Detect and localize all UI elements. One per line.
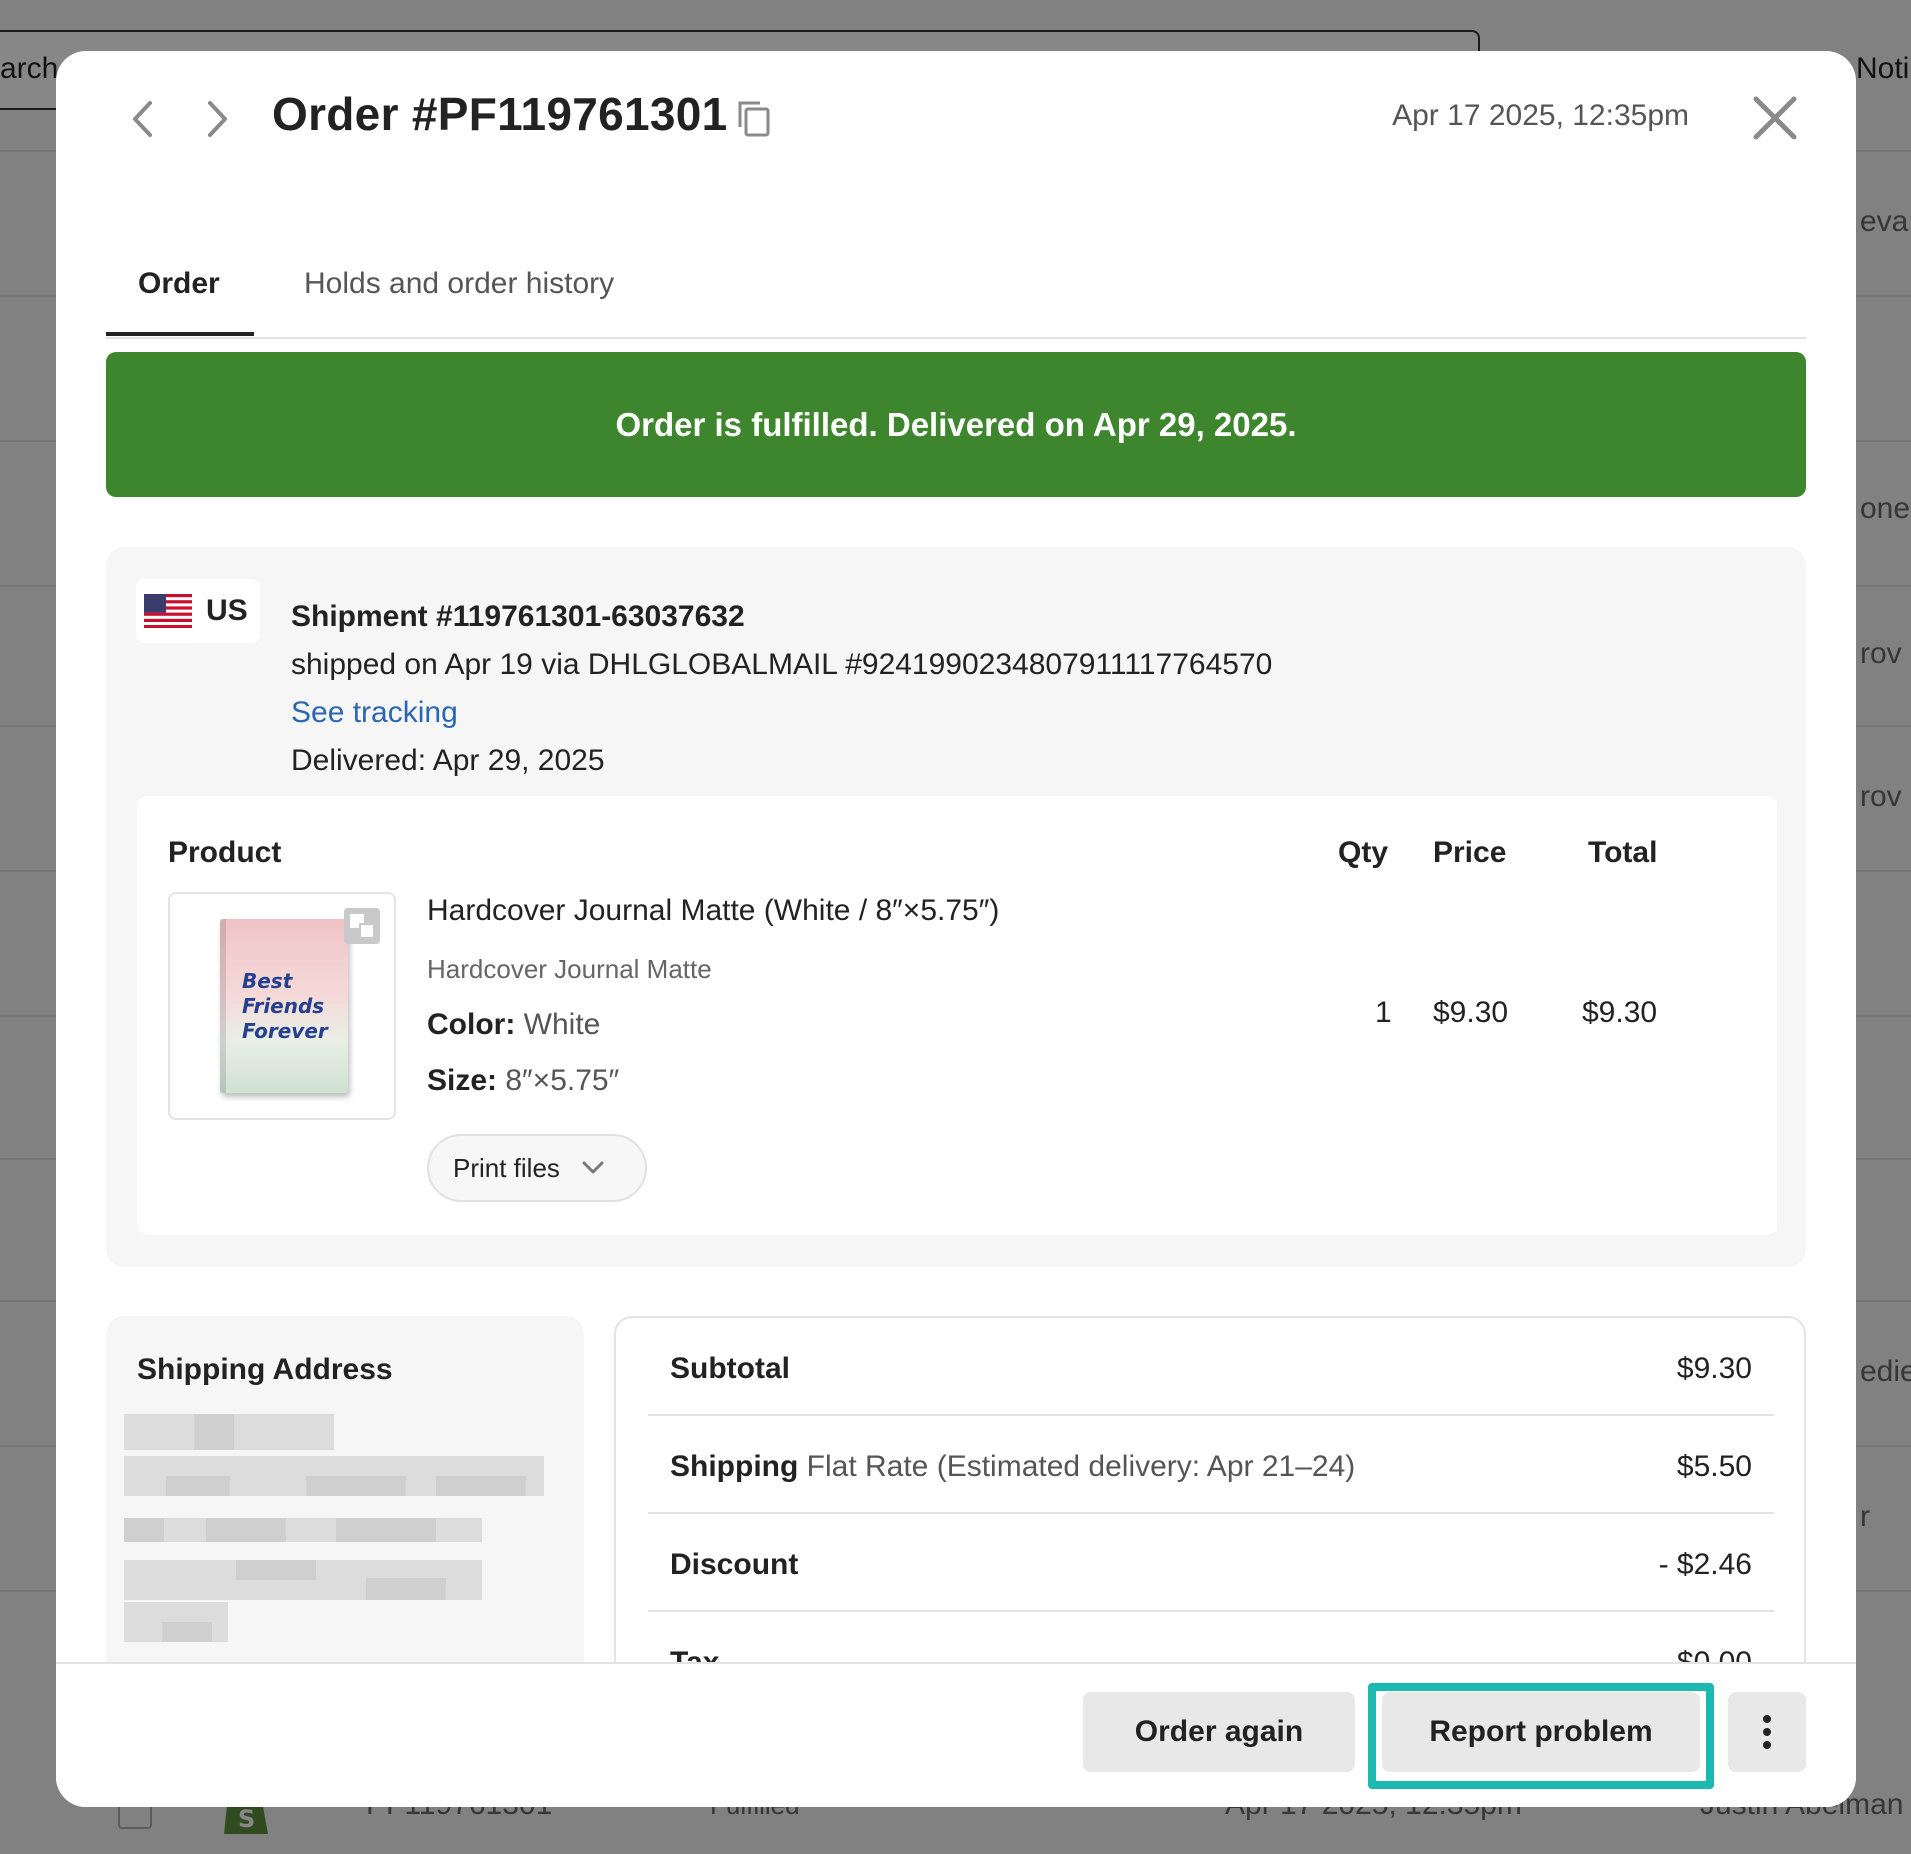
header-product: Product: [168, 836, 282, 869]
shipping-label: Shipping: [670, 1450, 799, 1483]
fulfillment-status-banner: Order is fulfilled. Delivered on Apr 29,…: [106, 352, 1806, 497]
redacted-address-block: [162, 1622, 212, 1642]
redacted-address-block: [124, 1518, 164, 1542]
shipment-card: US Shipment #119761301-63037632 shipped …: [106, 547, 1806, 1267]
shipping-address-title: Shipping Address: [137, 1353, 393, 1386]
modal-footer: Order again Report problem: [56, 1662, 1856, 1807]
chevron-left-icon: [133, 101, 152, 137]
more-actions-button[interactable]: [1728, 1692, 1806, 1772]
product-thumbnail[interactable]: Best Friends Forever: [168, 892, 396, 1120]
active-tab-indicator: [106, 332, 254, 336]
country-badge: US: [136, 579, 260, 643]
product-total: $9.30: [1582, 996, 1658, 1029]
cover-line: Forever: [242, 1019, 328, 1043]
product-subtitle: Hardcover Journal Matte: [427, 954, 712, 984]
chevron-down-icon: [582, 1161, 604, 1174]
expand-preview-icon[interactable]: [344, 908, 380, 944]
journal-spine: [220, 919, 226, 1093]
cover-line: Best: [242, 969, 293, 993]
fulfillment-status-text: Order is fulfilled. Delivered on Apr 29,…: [615, 405, 1297, 443]
tab-order[interactable]: Order: [138, 267, 220, 301]
color-value: White: [523, 1008, 601, 1041]
delivered-date: Delivered: Apr 29, 2025: [291, 744, 605, 777]
order-modal: Order #PF119761301 Apr 17 2025, 12:35pm …: [56, 51, 1856, 1807]
shipping-row: Shipping Flat Rate (Estimated delivery: …: [648, 1416, 1774, 1514]
see-tracking-link[interactable]: See tracking: [291, 696, 458, 729]
report-problem-button[interactable]: Report problem: [1382, 1692, 1700, 1772]
country-code: US: [206, 594, 248, 627]
product-name: Hardcover Journal Matte (White / 8″×5.75…: [427, 894, 1000, 927]
order-again-button[interactable]: Order again: [1083, 1692, 1355, 1772]
color-label: Color:: [427, 1008, 516, 1041]
redacted-address-block: [436, 1476, 526, 1496]
redacted-address-block: [236, 1560, 316, 1580]
subtotal-value: $9.30: [1676, 1352, 1752, 1385]
product-table: Product Qty Price Total Best Friends For…: [137, 796, 1777, 1235]
product-color: Color: White: [427, 1008, 600, 1042]
order-title: Order #PF119761301: [272, 88, 728, 140]
shipped-details: shipped on Apr 19 via DHLGLOBALMAIL #924…: [291, 648, 1273, 681]
previous-order-button[interactable]: [120, 97, 164, 141]
size-value: 8″×5.75″: [505, 1064, 620, 1097]
print-files-dropdown[interactable]: Print files: [427, 1134, 647, 1202]
copy-icon[interactable]: [736, 99, 772, 139]
close-icon[interactable]: [1750, 93, 1800, 143]
next-order-button[interactable]: [196, 97, 240, 141]
shipping-value: $5.50: [1676, 1450, 1752, 1483]
size-label: Size:: [427, 1064, 498, 1097]
chevron-right-icon: [208, 101, 227, 137]
journal-cover-text: Best Friends Forever: [242, 969, 328, 1044]
shipment-info: Shipment #119761301-63037632 shipped on …: [291, 593, 1272, 785]
tab-holds-and-history[interactable]: Holds and order history: [304, 267, 614, 301]
order-tabs: Order Holds and order history: [106, 231, 1806, 339]
redacted-address-block: [366, 1578, 446, 1600]
shipping-label-group: Shipping Flat Rate (Estimated delivery: …: [670, 1450, 1355, 1484]
product-price: $9.30: [1433, 996, 1509, 1029]
header-total: Total: [1588, 836, 1658, 869]
redacted-address-block: [306, 1476, 406, 1496]
subtotal-row: Subtotal $9.30: [648, 1318, 1774, 1416]
discount-value: - $2.46: [1658, 1548, 1752, 1581]
discount-label: Discount: [670, 1548, 799, 1581]
discount-row: Discount - $2.46: [648, 1514, 1774, 1612]
print-files-label: Print files: [453, 1152, 560, 1183]
redacted-address-block: [206, 1518, 286, 1542]
header-price: Price: [1433, 836, 1507, 869]
us-flag-icon: [144, 594, 192, 628]
shipping-detail: Flat Rate (Estimated delivery: Apr 21–24…: [806, 1450, 1356, 1483]
product-size: Size: 8″×5.75″: [427, 1064, 619, 1098]
shipment-number: Shipment #119761301-63037632: [291, 600, 745, 633]
redacted-address-block: [194, 1414, 234, 1450]
subtotal-label: Subtotal: [670, 1352, 790, 1385]
vertical-dots-icon: [1763, 1715, 1771, 1749]
cover-line: Friends: [242, 994, 325, 1018]
product-qty: 1: [1375, 996, 1392, 1029]
header-qty: Qty: [1338, 836, 1389, 869]
order-date: Apr 17 2025, 12:35pm: [1392, 99, 1689, 132]
redacted-address-block: [166, 1476, 230, 1496]
redacted-address-block: [336, 1518, 436, 1542]
